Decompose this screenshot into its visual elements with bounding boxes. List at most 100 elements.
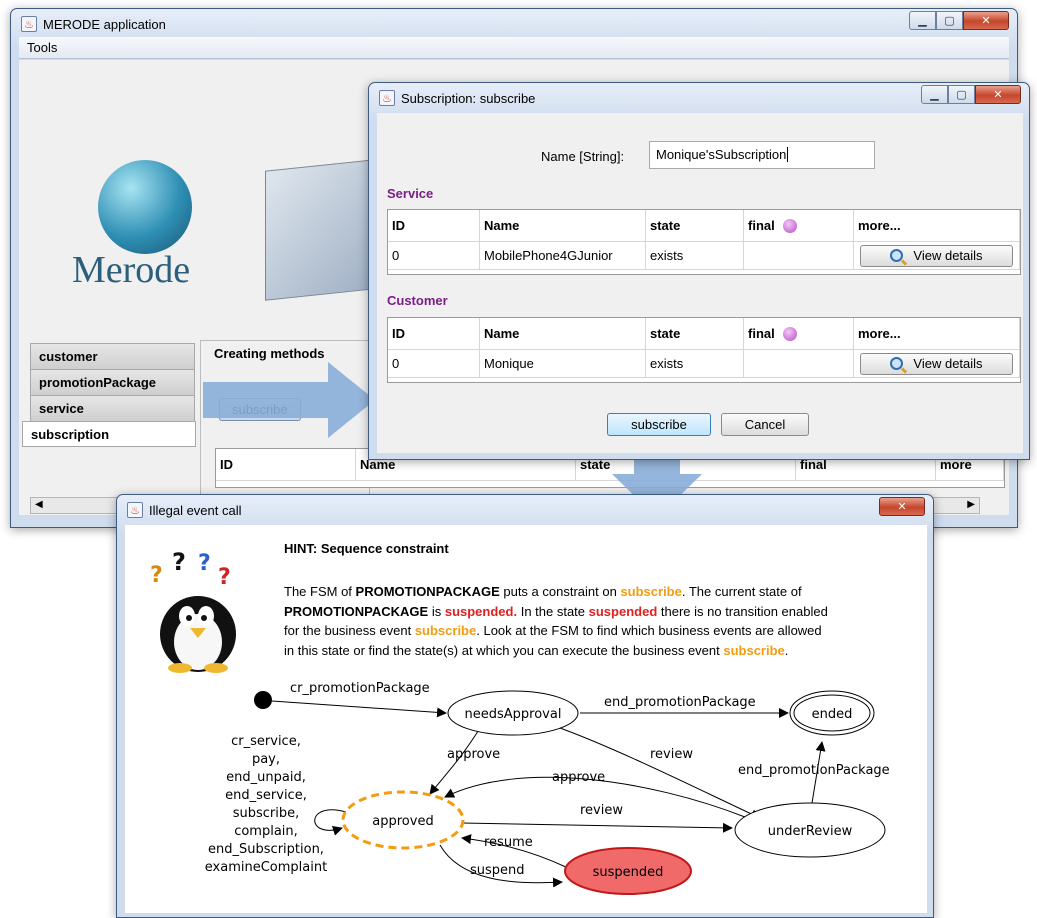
minimize-icon[interactable]: ▁ bbox=[921, 85, 948, 104]
edge-label-resume: resume bbox=[484, 835, 533, 850]
customer-table: ID Name state final more... 0 Monique ex… bbox=[387, 317, 1021, 383]
fsm-diagram: needsApproval ended approved underReview… bbox=[205, 681, 890, 895]
magnifier-icon bbox=[890, 357, 904, 370]
dialog-body: Name [String]: Monique'sSubscription Ser… bbox=[377, 113, 1023, 453]
hint-segment: In the state bbox=[517, 603, 589, 619]
close-icon[interactable]: ✕ bbox=[975, 85, 1021, 104]
service-table-header: ID Name state final more... bbox=[388, 210, 1020, 242]
state-label-needsapproval: needsApproval bbox=[465, 707, 562, 722]
scroll-left-icon[interactable]: ◀ bbox=[35, 499, 43, 510]
maximize-icon[interactable]: ▢ bbox=[948, 85, 975, 104]
hint-segment: The FSM of bbox=[284, 584, 356, 599]
name-label: Name [String]: bbox=[541, 149, 625, 164]
edge-label-end-promotionpackage-top: end_promotionPackage bbox=[604, 695, 756, 710]
cancel-button[interactable]: Cancel bbox=[721, 413, 809, 436]
cell-state: exists bbox=[646, 350, 744, 378]
error-window-title: Illegal event call bbox=[149, 502, 242, 518]
name-input-value: Monique'sSubscription bbox=[656, 147, 787, 162]
edge-label-review-2: review bbox=[580, 803, 623, 818]
col-id[interactable]: ID bbox=[388, 318, 480, 350]
cell-name: MobilePhone4GJunior bbox=[480, 242, 646, 270]
self-loop-event: subscribe, bbox=[233, 806, 300, 821]
hint-segment: there is no transition enabled bbox=[657, 603, 828, 619]
col-name[interactable]: Name bbox=[480, 210, 646, 242]
col-state[interactable]: state bbox=[646, 210, 744, 242]
hint-segment: in this state or find the state(s) at wh… bbox=[284, 642, 724, 658]
menu-tools[interactable]: Tools bbox=[27, 40, 57, 55]
self-loop-event: pay, bbox=[252, 752, 280, 767]
cell-action: View details bbox=[854, 350, 1020, 378]
col-id[interactable]: ID bbox=[388, 210, 480, 242]
hint-line: The FSM of PROMOTIONPACKAGE puts a const… bbox=[284, 582, 924, 602]
col-final[interactable]: final bbox=[744, 210, 854, 242]
edge-label-approve-2: approve bbox=[552, 770, 605, 785]
self-loop-event: complain, bbox=[234, 824, 298, 839]
cell-final bbox=[744, 350, 854, 378]
tab-service[interactable]: service bbox=[30, 395, 195, 421]
col-final[interactable]: final bbox=[744, 318, 854, 350]
cell-id: 0 bbox=[388, 242, 480, 270]
service-label: Service bbox=[387, 186, 434, 201]
logo-text: Merode bbox=[72, 249, 191, 291]
customer-label: Customer bbox=[387, 293, 448, 308]
error-window-controls: ✕ bbox=[879, 497, 925, 516]
self-loop-event: cr_service, bbox=[231, 734, 301, 749]
svg-text:?: ? bbox=[172, 548, 186, 576]
subscribe-button[interactable]: subscribe bbox=[607, 413, 711, 436]
maximize-icon[interactable]: ▢ bbox=[936, 11, 963, 30]
initial-state bbox=[254, 691, 272, 709]
table-row[interactable]: 0 MobilePhone4GJunior exists View detail… bbox=[388, 242, 1020, 270]
self-loop-event: end_unpaid, bbox=[226, 770, 306, 785]
edge-label-approve-1: approve bbox=[447, 747, 500, 762]
state-label-suspended: suspended bbox=[593, 865, 664, 880]
hint-line: in this state or find the state(s) at wh… bbox=[284, 641, 924, 661]
help-icon bbox=[782, 218, 797, 233]
state-label-approved: approved bbox=[372, 814, 433, 829]
hint-text: The FSM of PROMOTIONPACKAGE puts a const… bbox=[284, 582, 924, 660]
svg-text:?: ? bbox=[150, 563, 163, 588]
hint-segment: PROMOTIONPACKAGE bbox=[355, 584, 500, 599]
service-table: ID Name state final more... 0 MobilePhon… bbox=[387, 209, 1021, 275]
close-icon[interactable]: ✕ bbox=[963, 11, 1009, 30]
col-final-label: final bbox=[748, 218, 775, 233]
flow-arrow-right bbox=[203, 362, 375, 438]
tab-subscription[interactable]: subscription bbox=[22, 421, 196, 447]
minimize-icon[interactable]: ▁ bbox=[909, 11, 936, 30]
hint-segment: puts a constraint on bbox=[499, 584, 621, 599]
edge-label-review-1: review bbox=[650, 747, 693, 762]
name-input[interactable]: Monique'sSubscription bbox=[649, 141, 875, 169]
scroll-right-icon[interactable]: ▶ bbox=[967, 499, 975, 510]
tab-customer[interactable]: customer bbox=[30, 343, 195, 369]
hint-segment: subscribe bbox=[620, 584, 682, 599]
self-loop-event: end_service, bbox=[225, 788, 307, 803]
view-details-label: View details bbox=[913, 356, 983, 371]
view-details-button[interactable]: View details bbox=[860, 244, 1013, 267]
col-more[interactable]: more... bbox=[854, 210, 1020, 242]
globe-icon bbox=[98, 160, 192, 254]
state-label-underreview: underReview bbox=[768, 824, 853, 839]
table-row[interactable]: 0 Monique exists View details bbox=[388, 350, 1020, 378]
edge-label-end-promotionpackage-right: end_promotionPackage bbox=[738, 763, 890, 778]
hint-line: for the business event subscribe. Look a… bbox=[284, 621, 924, 641]
hint-segment: PROMOTIONPACKAGE bbox=[284, 603, 429, 619]
hint-segment: is bbox=[428, 603, 445, 619]
hint-segment: . The current state of bbox=[681, 584, 802, 599]
close-icon[interactable]: ✕ bbox=[879, 497, 925, 516]
tab-promotionpackage[interactable]: promotionPackage bbox=[30, 369, 195, 395]
customer-table-header: ID Name state final more... bbox=[388, 318, 1020, 350]
help-icon bbox=[782, 326, 797, 341]
edge-label-suspend: suspend bbox=[470, 863, 525, 878]
col-state[interactable]: state bbox=[646, 318, 744, 350]
view-details-button[interactable]: View details bbox=[860, 352, 1013, 375]
cell-final bbox=[744, 242, 854, 270]
java-icon: ♨ bbox=[379, 90, 395, 106]
col-more[interactable]: more... bbox=[854, 318, 1020, 350]
col-id[interactable]: ID bbox=[216, 449, 356, 481]
error-titlebar: ♨ Illegal event call bbox=[117, 495, 933, 525]
main-window-title: MERODE application bbox=[43, 16, 166, 32]
java-icon: ♨ bbox=[127, 502, 143, 518]
edge-label-cr-promotionpackage: cr_promotionPackage bbox=[290, 681, 430, 696]
penguin-icon: ? ? ? ? bbox=[150, 548, 236, 673]
hint-segment: . Look at the FSM to find which business… bbox=[476, 623, 822, 638]
col-name[interactable]: Name bbox=[480, 318, 646, 350]
